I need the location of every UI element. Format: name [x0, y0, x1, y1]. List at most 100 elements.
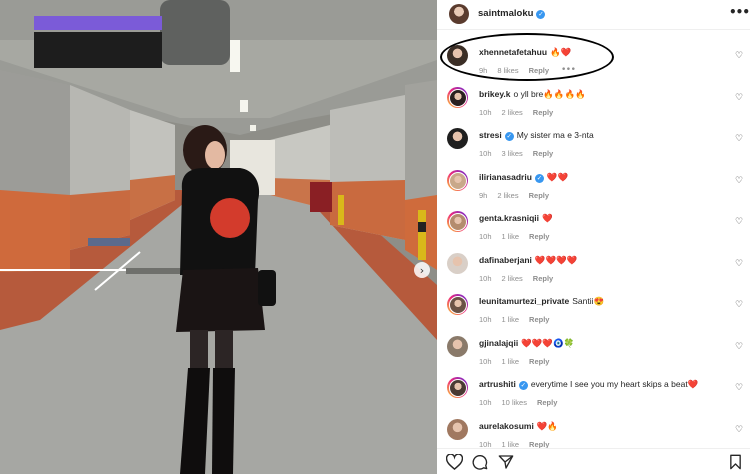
- comment-likes[interactable]: 1 like: [502, 232, 520, 241]
- comment-like-heart-icon[interactable]: ♡: [735, 300, 743, 310]
- reply-button[interactable]: Reply: [529, 357, 549, 366]
- comment-like-heart-icon[interactable]: ♡: [735, 425, 743, 435]
- comment-text: artrushiti ✓ everytime I see you my heart …: [479, 379, 698, 390]
- comment-likes[interactable]: 3 likes: [502, 149, 523, 158]
- reply-button[interactable]: Reply: [529, 66, 549, 75]
- commenter-avatar[interactable]: [447, 211, 468, 232]
- commenter-avatar[interactable]: [447, 419, 468, 440]
- more-options-icon[interactable]: •••: [729, 5, 750, 19]
- comment-text: ilirianasadriu ✓ ❤️❤️: [479, 172, 568, 183]
- comment-time: 10h: [479, 232, 492, 241]
- commenter-username[interactable]: ilirianasadriu: [479, 172, 532, 182]
- reply-button[interactable]: Reply: [529, 315, 549, 324]
- commenter-avatar[interactable]: [447, 253, 468, 274]
- post-photo[interactable]: ›: [0, 0, 437, 474]
- author-username-text[interactable]: saintmaloku: [478, 8, 533, 19]
- verified-badge-icon: ✓: [504, 132, 514, 141]
- comment-meta: 10h 2 likes Reply: [479, 108, 563, 117]
- commenter-avatar[interactable]: [447, 294, 468, 315]
- comment-likes[interactable]: 2 likes: [502, 274, 523, 283]
- comment-body: ❤️❤️❤️🧿🍀: [521, 338, 575, 348]
- comment-meta: 10h 1 like Reply: [479, 315, 559, 324]
- reply-button[interactable]: Reply: [537, 398, 557, 407]
- avatar-image: [448, 212, 467, 231]
- commenter-username[interactable]: genta.krasniqii: [479, 213, 539, 223]
- commenter-username[interactable]: brikey.k: [479, 89, 511, 99]
- comment-row: brikey.k o yll bre🔥🔥🔥🔥 10h 2 likes Reply ♡: [437, 87, 750, 127]
- comment-text: gjinalajqii ❤️❤️❤️🧿🍀: [479, 338, 574, 349]
- comment-time: 10h: [479, 398, 492, 407]
- commenter-username[interactable]: artrushiti: [479, 379, 516, 389]
- comment-text: genta.krasniqii ❤️: [479, 213, 553, 224]
- verified-badge-icon: ✓: [518, 381, 528, 390]
- comment-like-heart-icon[interactable]: ♡: [735, 259, 743, 269]
- comment-likes[interactable]: 10 likes: [502, 398, 527, 407]
- avatar-image: [447, 419, 468, 440]
- commenter-username[interactable]: dafinaberjani: [479, 255, 532, 265]
- commenter-username[interactable]: stresi: [479, 130, 502, 140]
- commenter-avatar[interactable]: [447, 45, 468, 66]
- comment-time: 10h: [479, 108, 492, 117]
- comment-likes[interactable]: 2 likes: [497, 191, 518, 200]
- reply-button[interactable]: Reply: [529, 232, 549, 241]
- comment-meta: 9h 2 likes Reply: [479, 191, 559, 200]
- verified-badge-icon: ✓: [534, 174, 544, 183]
- comment-row: leunitamurtezi_private Santii😍 10h 1 like Re…: [437, 294, 750, 334]
- comment-meta: 9h 8 likes Reply: [479, 66, 559, 75]
- commenter-avatar[interactable]: [447, 377, 468, 398]
- comment-meta: 10h 3 likes Reply: [479, 149, 563, 158]
- reply-button[interactable]: Reply: [533, 108, 553, 117]
- commenter-avatar[interactable]: [447, 87, 468, 108]
- commenter-avatar[interactable]: [447, 170, 468, 191]
- commenter-username[interactable]: xhennetafetahuu: [479, 47, 547, 57]
- commenter-username[interactable]: aurelakosumi: [479, 421, 534, 431]
- comment-row: ilirianasadriu ✓ ❤️❤️ 9h 2 likes Reply ♡: [437, 170, 750, 210]
- comment-text: stresi ✓ My sister ma e 3-nta: [479, 130, 594, 141]
- share-icon[interactable]: [498, 454, 514, 470]
- verified-badge-icon: ✓: [536, 10, 546, 19]
- avatar-image: [448, 295, 467, 314]
- chevron-right-icon[interactable]: ›: [414, 262, 430, 278]
- comment-like-heart-icon[interactable]: ♡: [735, 383, 743, 393]
- comment-like-heart-icon[interactable]: ♡: [735, 134, 743, 144]
- comment-body: everytime I see you my heart skips a bea…: [530, 379, 699, 389]
- comment-like-heart-icon[interactable]: ♡: [735, 342, 743, 352]
- author-avatar[interactable]: [449, 4, 469, 24]
- reply-button[interactable]: Reply: [533, 149, 553, 158]
- commenter-username[interactable]: leunitamurtezi_private: [479, 296, 569, 306]
- parking-garage-photo: [0, 0, 437, 474]
- comment-likes[interactable]: 1 like: [502, 315, 520, 324]
- author-username[interactable]: saintmaloku ✓: [478, 8, 546, 19]
- comment-time: 10h: [479, 357, 492, 366]
- comment-row: stresi ✓ My sister ma e 3-nta 10h 3 likes Rep…: [437, 128, 750, 168]
- comment-like-heart-icon[interactable]: ♡: [735, 51, 743, 61]
- post-header: saintmaloku ✓ •••: [437, 0, 750, 30]
- bookmark-icon[interactable]: [729, 454, 742, 470]
- comment-like-heart-icon[interactable]: ♡: [735, 217, 743, 227]
- comment-icon[interactable]: [472, 454, 488, 470]
- reply-button[interactable]: Reply: [533, 274, 553, 283]
- comment-more-options-icon[interactable]: •••: [561, 65, 576, 75]
- comment-row: artrushiti ✓ everytime I see you my heart …: [437, 377, 750, 417]
- comment-likes[interactable]: 2 likes: [502, 108, 523, 117]
- comment-meta: 10h 1 like Reply: [479, 357, 559, 366]
- comment-time: 10h: [479, 149, 492, 158]
- reply-button[interactable]: Reply: [529, 191, 549, 200]
- comment-text: xhennetafetahuu 🔥❤️: [479, 47, 571, 58]
- comment-text: leunitamurtezi_private Santii😍: [479, 296, 604, 307]
- heart-icon[interactable]: [446, 454, 463, 470]
- comment-body: ❤️❤️❤️❤️: [534, 255, 578, 265]
- comment-body: o yll bre🔥🔥🔥🔥: [513, 89, 586, 99]
- commenter-username[interactable]: gjinalajqii: [479, 338, 518, 348]
- commenter-avatar[interactable]: [447, 128, 468, 149]
- action-bar: [437, 448, 750, 474]
- comment-likes[interactable]: 1 like: [502, 357, 520, 366]
- comment-likes[interactable]: 8 likes: [497, 66, 518, 75]
- comment-like-heart-icon[interactable]: ♡: [735, 176, 743, 186]
- comment-like-heart-icon[interactable]: ♡: [735, 93, 743, 103]
- comment-body: My sister ma e 3-nta: [516, 130, 594, 140]
- avatar-image: [447, 253, 468, 274]
- commenter-avatar[interactable]: [447, 336, 468, 357]
- comment-text: aurelakosumi ❤️🔥: [479, 421, 558, 432]
- comment-time: 10h: [479, 274, 492, 283]
